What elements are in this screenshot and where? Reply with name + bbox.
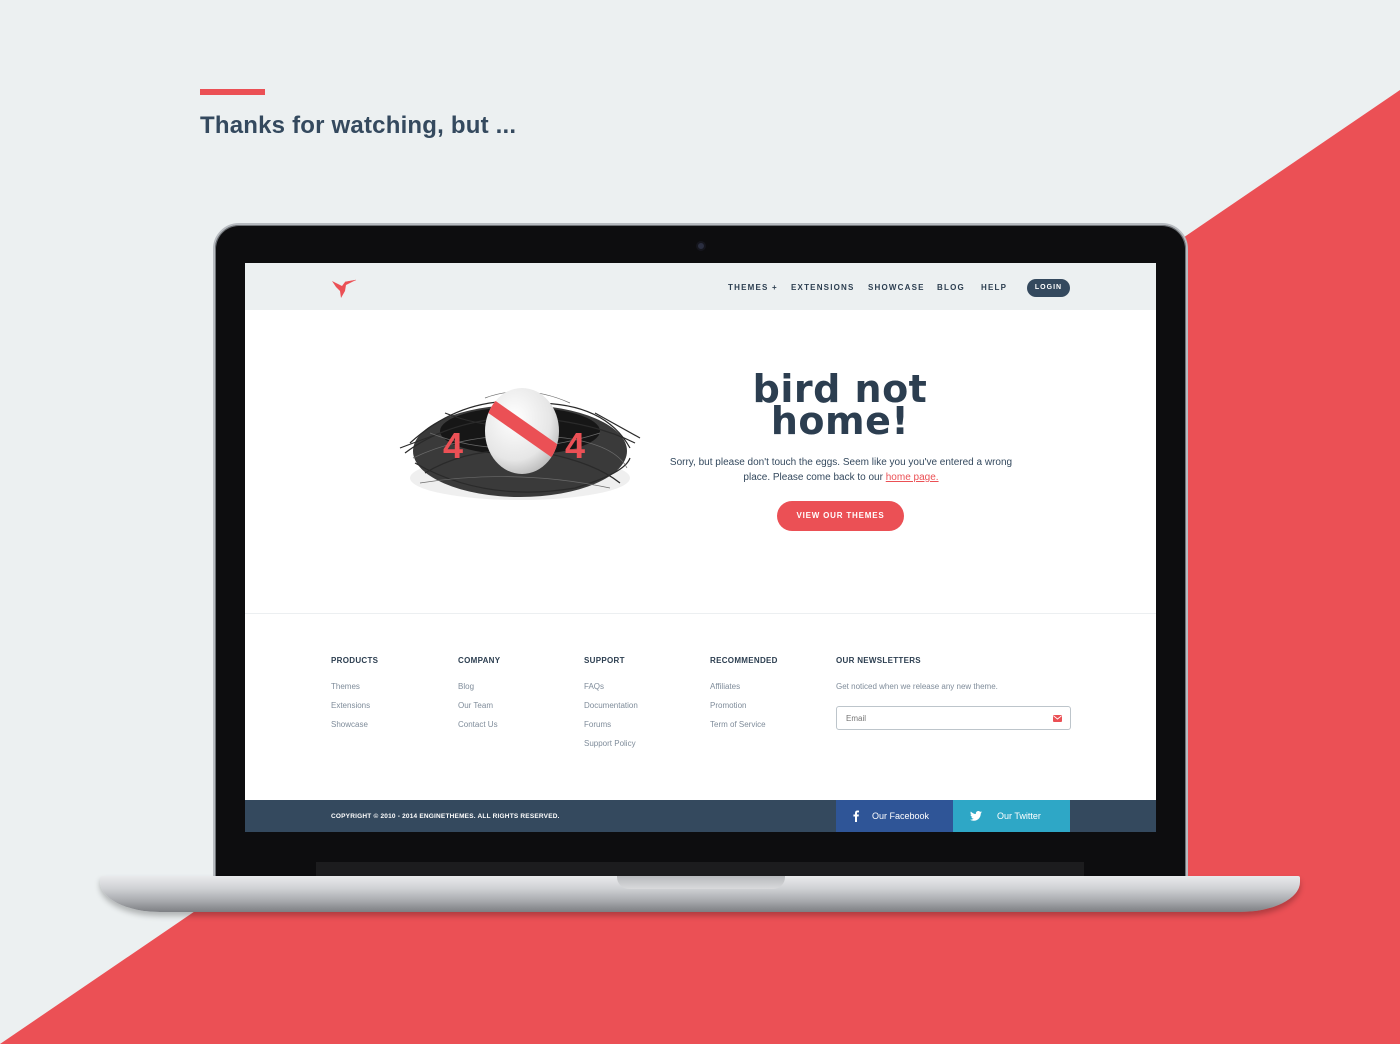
footer-column-newsletter: OUR NEWSLETTERS Get noticed when we rele… [836,656,1071,730]
copyright-text: COPYRIGHT © 2010 - 2014 ENGINETHEMES. AL… [331,813,560,820]
footer-link-affiliates[interactable]: Affiliates [710,682,778,691]
error-title: bird not home! [725,370,955,440]
newsletter-email-input[interactable] [837,707,1037,729]
facebook-label: Our Facebook [872,811,930,821]
nav-extensions[interactable]: EXTENSIONS [791,283,855,292]
camera-icon [696,241,706,251]
error-digit-left: 4 [443,425,464,466]
error-description: Sorry, but please don't touch the eggs. … [665,455,1017,485]
facebook-icon [853,810,859,822]
nav-showcase[interactable]: SHOWCASE [868,283,925,292]
footer-link-forums[interactable]: Forums [584,720,638,729]
nest-egg-illustration [399,388,641,500]
facebook-button[interactable]: Our Facebook [836,800,953,832]
twitter-button[interactable]: Our Twitter [953,800,1070,832]
login-button[interactable]: LOGIN [1027,279,1070,297]
envelope-icon[interactable] [1053,715,1062,722]
footer-link-extensions[interactable]: Extensions [331,701,378,710]
newsletter-title: OUR NEWSLETTERS [836,656,921,665]
top-navigation: THEMES + EXTENSIONS SHOWCASE BLOG HELP L… [245,263,1156,310]
nav-blog[interactable]: BLOG [937,283,965,292]
newsletter-note: Get noticed when we release any new them… [836,682,998,691]
nav-help[interactable]: HELP [981,283,1007,292]
laptop-base-notch [617,876,785,889]
footer-link-themes[interactable]: Themes [331,682,378,691]
footer-column-title: RECOMMENDED [710,656,778,665]
headline-accent-line [200,89,265,95]
page-headline: Thanks for watching, but ... [200,112,517,139]
error-description-text: Sorry, but please don't touch the eggs. … [669,457,1013,483]
laptop-screen: THEMES + EXTENSIONS SHOWCASE BLOG HELP L… [245,263,1156,832]
newsletter-email-box [836,706,1071,730]
footer-link-support-policy[interactable]: Support Policy [584,739,638,748]
footer-link-our-team[interactable]: Our Team [458,701,500,710]
footer-link-term-of-service[interactable]: Term of Service [710,720,778,729]
footer-link-contact-us[interactable]: Contact Us [458,720,500,729]
footer-column-title: SUPPORT [584,656,625,665]
footer-column-recommended: RECOMMENDED Affiliates Promotion Term of… [710,656,778,739]
nav-themes[interactable]: THEMES + [728,283,778,292]
footer-column-support: SUPPORT FAQs Documentation Forums Suppor… [584,656,638,758]
twitter-icon [970,811,982,821]
hummingbird-logo-icon[interactable] [331,277,357,299]
footer-link-faqs[interactable]: FAQs [584,682,638,691]
footer-divider [245,613,1156,614]
footer-link-showcase[interactable]: Showcase [331,720,378,729]
footer-bottom-bar: COPYRIGHT © 2010 - 2014 ENGINETHEMES. AL… [245,800,1156,832]
view-themes-button[interactable]: VIEW OUR THEMES [777,501,904,531]
footer-link-promotion[interactable]: Promotion [710,701,778,710]
footer-column-title: PRODUCTS [331,656,379,665]
footer-column-company: COMPANY Blog Our Team Contact Us [458,656,500,739]
footer-link-documentation[interactable]: Documentation [584,701,638,710]
footer-column-title: COMPANY [458,656,501,665]
error-digit-right: 4 [565,425,586,466]
footer-column-products: PRODUCTS Themes Extensions Showcase [331,656,378,739]
footer-link-blog[interactable]: Blog [458,682,500,691]
twitter-label: Our Twitter [997,811,1041,821]
home-page-link[interactable]: home page. [886,472,939,483]
